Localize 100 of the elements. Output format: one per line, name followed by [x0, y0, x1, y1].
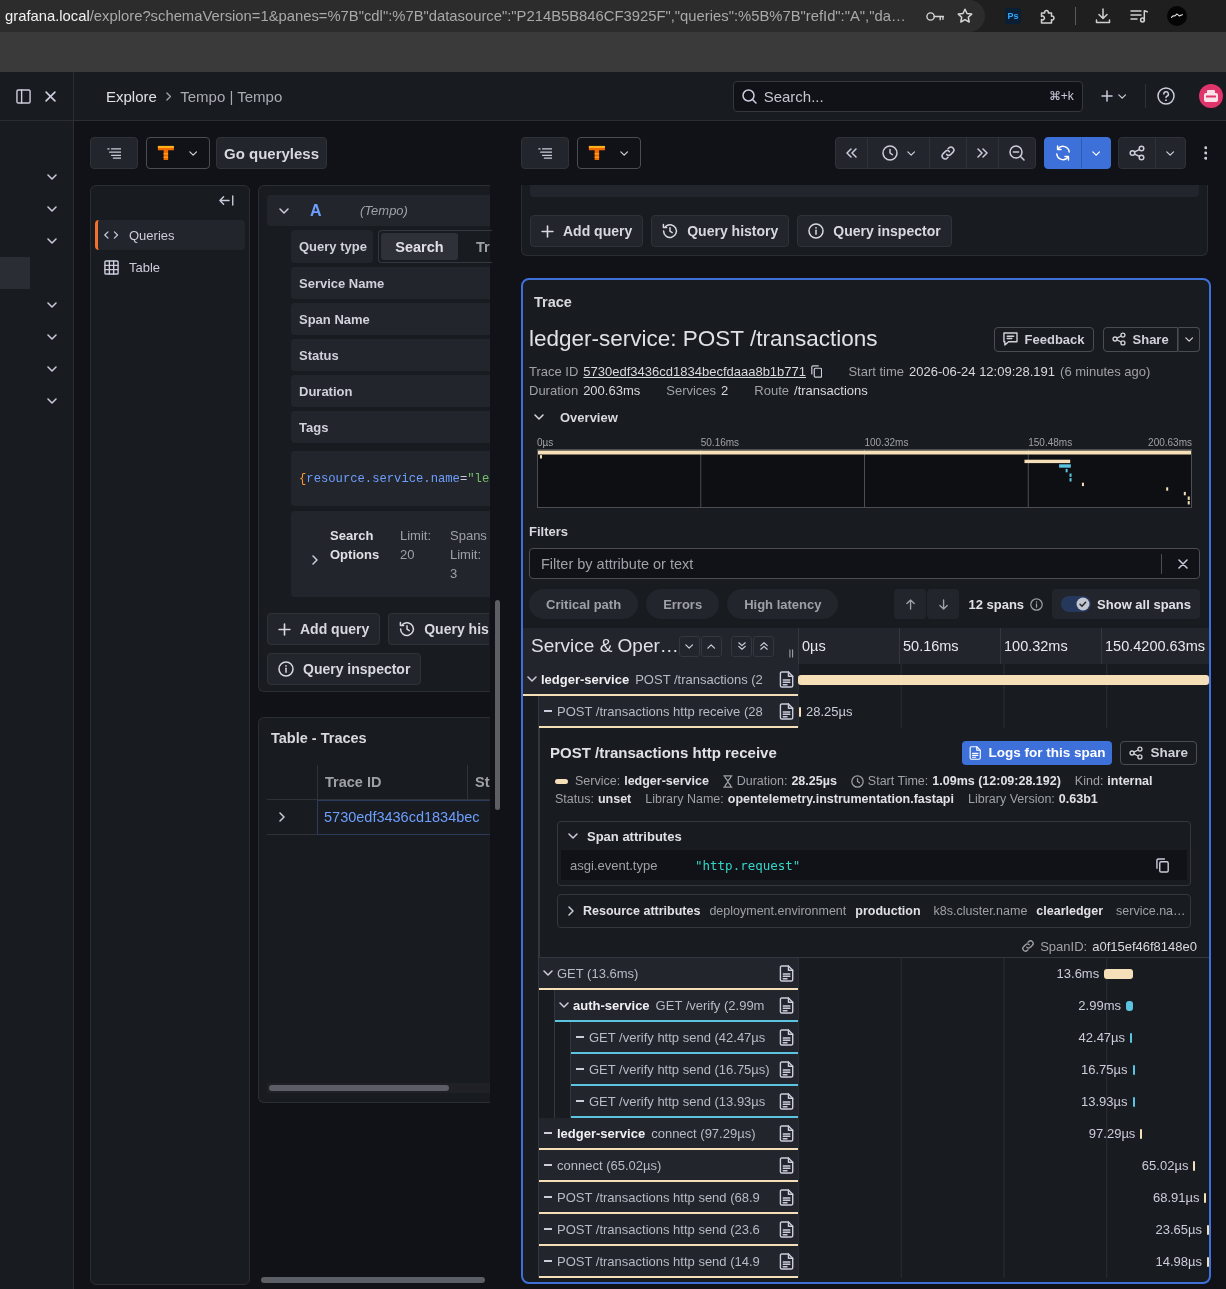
previous-match-button[interactable] [894, 589, 927, 619]
star-icon[interactable] [957, 8, 973, 24]
chevron-down-icon[interactable] [47, 206, 57, 212]
share-menu-button[interactable] [1177, 326, 1200, 352]
chevron-down-icon[interactable] [47, 366, 57, 372]
close-icon[interactable] [45, 90, 56, 102]
datasource-picker[interactable] [146, 137, 210, 169]
logs-icon[interactable] [778, 670, 794, 688]
trace-id-link[interactable]: 5730edf3436cd1834becfdaaa8b1b771 [583, 362, 807, 381]
chevron-right-icon[interactable] [568, 906, 574, 916]
outline-toggle-button[interactable] [90, 137, 138, 169]
filter-chip[interactable]: Critical path [529, 589, 639, 619]
share-button[interactable]: Share [1102, 326, 1178, 352]
span-row[interactable]: POST /transactions http send (68.9 [539, 1182, 798, 1214]
query-type-option[interactable]: Tr [458, 233, 490, 260]
filter-chip[interactable]: Errors [646, 589, 720, 619]
logs-icon[interactable] [778, 1060, 794, 1078]
breadcrumb-link[interactable]: Explore [106, 87, 157, 105]
filter-chip[interactable]: High latency [727, 589, 839, 619]
span-row[interactable]: ledger-service POST /transactions (2 [523, 664, 798, 696]
span-row[interactable]: ledger-service connect (97.29µs) [539, 1118, 798, 1150]
vertical-scrollbar[interactable] [495, 600, 500, 810]
add-query-button[interactable]: Add query [267, 613, 381, 645]
logs-icon[interactable] [778, 1220, 794, 1238]
chevron-down-icon[interactable] [559, 1002, 569, 1008]
extension-button[interactable]: Ps [1005, 8, 1021, 24]
span-row[interactable]: GET /verify http send (13.93µs [571, 1086, 798, 1118]
datasource-picker[interactable] [577, 137, 641, 169]
column-resizer-icon[interactable] [789, 648, 794, 658]
close-icon[interactable] [1178, 558, 1188, 569]
span-row[interactable]: POST /transactions http receive (28 [539, 696, 798, 728]
span-row[interactable]: POST /transactions http send (14.9 [539, 1246, 798, 1278]
search-field[interactable]: Search... ⌘+k [732, 80, 1083, 112]
chevron-down-icon[interactable] [279, 207, 289, 214]
chevron-right-icon[interactable] [279, 812, 285, 822]
chevron-down-icon[interactable] [47, 302, 57, 308]
span-row[interactable]: connect (65.02µs) [539, 1150, 798, 1182]
toggle-switch[interactable] [1061, 596, 1092, 612]
download-icon[interactable] [1095, 8, 1111, 24]
copy-icon[interactable] [811, 365, 823, 378]
kebab-menu-icon[interactable] [1203, 146, 1207, 160]
horizontal-scrollbar[interactable] [261, 1277, 485, 1283]
collapse-all-button[interactable] [753, 635, 774, 657]
chevron-right-icon[interactable] [312, 554, 318, 565]
query-inspector-button[interactable]: Query inspector [267, 653, 422, 685]
playlist-icon[interactable] [1130, 9, 1148, 23]
chevron-down-icon[interactable] [47, 334, 57, 340]
traceql-editor[interactable]: {resource.service.name="le [291, 451, 490, 506]
query-type-option[interactable]: Search [381, 233, 458, 260]
outline-item[interactable]: Queries [95, 220, 245, 250]
help-icon[interactable] [1157, 87, 1175, 105]
chevron-down-icon[interactable] [527, 676, 537, 682]
profile-avatar-icon[interactable] [1167, 6, 1187, 26]
logs-icon[interactable] [778, 702, 794, 720]
column-header[interactable]: Trace ID [317, 765, 467, 799]
logs-icon[interactable] [778, 1252, 794, 1270]
panel-layout-icon[interactable] [16, 88, 31, 104]
scrollbar-thumb[interactable] [269, 1085, 449, 1091]
expand-one-button[interactable] [679, 635, 700, 657]
trace-id-link[interactable]: 5730edf3436cd1834bec [317, 799, 490, 835]
collapse-one-button[interactable] [701, 635, 722, 657]
filter-field[interactable]: Filter by attribute or text [529, 548, 1200, 579]
logs-for-span-button[interactable]: Logs for this span [962, 740, 1113, 765]
chevron-down-icon[interactable] [47, 174, 57, 180]
address-bar[interactable]: grafana.local/explore?schemaVersion=1&panes=%7B"cdl":%7B"datasource":"P214B5B846CF3925F","queries":%5B%7B"refId":"A","da… [0, 0, 985, 32]
add-query-button[interactable]: Add query [530, 215, 644, 247]
show-all-spans-toggle[interactable]: Show all spans [1052, 589, 1200, 619]
go-queryless-button[interactable]: Go queryless [216, 137, 328, 169]
avatar-icon[interactable] [1199, 84, 1223, 108]
logs-icon[interactable] [778, 1028, 794, 1046]
logs-icon[interactable] [778, 1188, 794, 1206]
chevron-down-icon[interactable] [568, 833, 578, 839]
chevron-down-icon[interactable] [534, 414, 544, 420]
span-row[interactable]: GET (13.6ms) [539, 958, 798, 990]
span-row[interactable]: GET /verify http send (42.47µs [571, 1022, 798, 1054]
link-icon[interactable] [1021, 939, 1036, 953]
outline-item[interactable]: Table [95, 252, 245, 282]
logs-icon[interactable] [778, 996, 794, 1014]
query-inspector-button[interactable]: Query inspector [797, 215, 952, 247]
chevron-down-icon[interactable] [47, 238, 57, 244]
span-share-button[interactable]: Share [1120, 740, 1197, 765]
chevron-down-icon[interactable] [543, 970, 553, 976]
copy-icon[interactable] [1155, 857, 1169, 873]
puzzle-piece-icon[interactable] [1040, 8, 1056, 24]
column-header[interactable]: St [467, 765, 490, 799]
feedback-button[interactable]: Feedback [993, 326, 1094, 352]
logs-icon[interactable] [778, 1156, 794, 1174]
expand-all-button[interactable] [731, 635, 752, 657]
query-history-button[interactable]: Query history [651, 215, 790, 247]
span-row[interactable]: auth-service GET /verify (2.99m [555, 990, 798, 1022]
span-row[interactable]: POST /transactions http send (23.6 [539, 1214, 798, 1246]
logs-icon[interactable] [778, 964, 794, 982]
outline-toggle-button[interactable] [521, 137, 569, 169]
key-icon[interactable] [925, 10, 944, 22]
collapse-arrow-icon[interactable] [219, 195, 234, 206]
logs-icon[interactable] [778, 1124, 794, 1142]
chevron-down-icon[interactable] [47, 398, 57, 404]
span-row[interactable]: GET /verify http send (16.75µs) [571, 1054, 798, 1086]
query-history-button[interactable]: Query his [388, 613, 489, 645]
next-match-button[interactable] [927, 589, 960, 619]
